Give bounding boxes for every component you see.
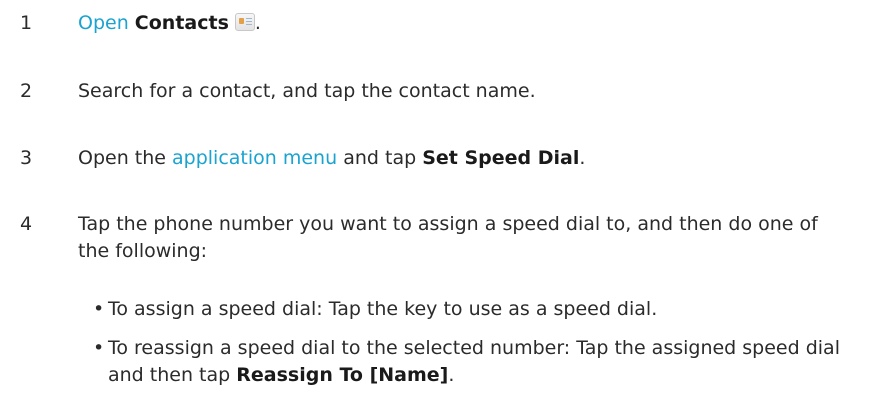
list-item: • To reassign a speed dial to the select…: [93, 335, 853, 389]
contacts-app-icon: [234, 13, 255, 31]
step-text: Tap the phone number you want to assign …: [78, 213, 818, 262]
step-number: 1: [20, 12, 33, 34]
step-end: .: [254, 12, 261, 34]
application-menu-link[interactable]: application menu: [172, 147, 337, 169]
step-number: 3: [20, 147, 33, 169]
step-text: Open Contacts.: [78, 10, 838, 37]
step-pre: Open the: [78, 147, 166, 169]
step-mid: and tap: [343, 147, 417, 169]
bullet-end: .: [448, 364, 455, 386]
bullet-marker: •: [93, 298, 105, 320]
step-number: 2: [20, 80, 33, 102]
bullet-marker: •: [93, 337, 105, 359]
set-speed-dial-label: Set Speed Dial: [422, 147, 580, 169]
bullet-text: To reassign a speed dial to the selected…: [108, 337, 840, 386]
list-item: • To assign a speed dial: Tap the key to…: [93, 296, 853, 323]
reassign-label: Reassign To [Name]: [236, 364, 449, 386]
option-list: • To assign a speed dial: Tap the key to…: [93, 296, 853, 401]
bullet-text: To assign a speed dial: Tap the key to u…: [108, 298, 658, 320]
open-link[interactable]: Open: [78, 12, 129, 34]
contacts-label: Contacts: [134, 12, 229, 34]
step-text: Open the application menu and tap Set Sp…: [78, 145, 838, 172]
step-number: 4: [20, 213, 33, 235]
step-end: .: [579, 147, 586, 169]
step-text: Search for a contact, and tap the contac…: [78, 80, 536, 102]
